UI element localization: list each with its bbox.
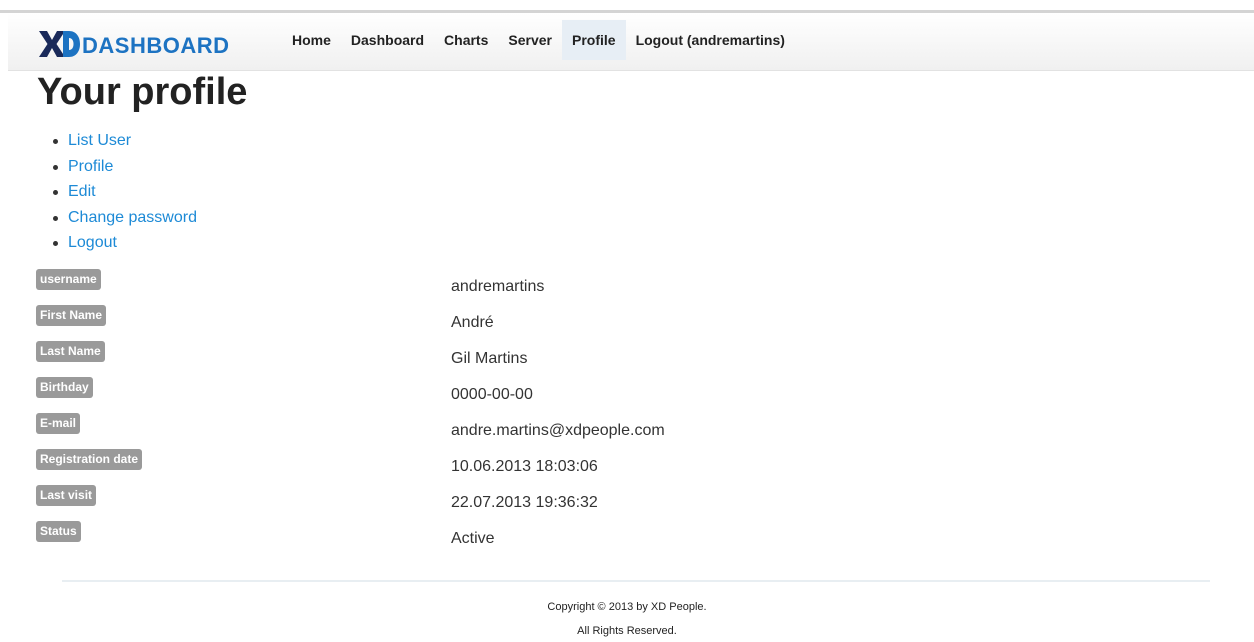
nav-item-profile: Profile xyxy=(561,20,626,60)
navbar: DASHBOARD Home Dashboard Charts Server P… xyxy=(8,13,1254,71)
field-value: andremartins xyxy=(451,278,545,295)
nav-item-dashboard: Dashboard xyxy=(341,20,434,60)
nav-link-logout[interactable]: Logout (andremartins) xyxy=(626,20,795,60)
field-value: Gil Martins xyxy=(451,350,528,367)
field-label: Status xyxy=(36,521,81,542)
nav-link-profile[interactable]: Profile xyxy=(561,20,626,60)
list-user-link[interactable]: List User xyxy=(68,132,131,149)
list-item: List User xyxy=(50,130,197,156)
nav-item-server: Server xyxy=(498,20,562,60)
brand-logo[interactable]: DASHBOARD xyxy=(38,27,230,61)
list-item: Profile xyxy=(50,156,197,182)
edit-link[interactable]: Edit xyxy=(68,183,96,200)
profile-link[interactable]: Profile xyxy=(68,158,113,175)
field-label: E-mail xyxy=(36,413,81,434)
detail-row-email: E-mail andre.martins@xdpeople.com xyxy=(0,413,1254,449)
field-label: Last visit xyxy=(36,485,97,506)
list-item: Logout xyxy=(50,232,197,258)
nav-link-charts[interactable]: Charts xyxy=(434,20,498,60)
field-value: 0000-00-00 xyxy=(451,386,533,403)
xd-logo-icon xyxy=(38,29,80,59)
field-label: First Name xyxy=(36,305,107,326)
detail-row-birthday: Birthday 0000-00-00 xyxy=(0,377,1254,413)
copyright-text: Copyright © 2013 by XD People. xyxy=(547,601,707,613)
profile-actions-list: List User Profile Edit Change password L… xyxy=(50,130,197,258)
change-password-link[interactable]: Change password xyxy=(68,209,197,226)
rights-text: All Rights Reserved. xyxy=(577,625,677,637)
detail-row-username: username andremartins xyxy=(0,269,1254,305)
main-nav: Home Dashboard Charts Server Profile Log… xyxy=(282,20,795,60)
field-value: Active xyxy=(451,530,495,547)
detail-row-last-visit: Last visit 22.07.2013 19:36:32 xyxy=(0,485,1254,521)
nav-item-charts: Charts xyxy=(434,20,498,60)
detail-row-registration-date: Registration date 10.06.2013 18:03:06 xyxy=(0,449,1254,485)
nav-link-server[interactable]: Server xyxy=(498,20,562,60)
footer: Copyright © 2013 by XD People. All Right… xyxy=(0,598,1254,642)
field-label: Registration date xyxy=(36,449,143,470)
detail-row-last-name: Last Name Gil Martins xyxy=(0,341,1254,377)
field-value: 10.06.2013 18:03:06 xyxy=(451,458,598,475)
nav-item-home: Home xyxy=(282,20,341,60)
page-title: Your profile xyxy=(37,71,248,113)
field-label: username xyxy=(36,269,101,290)
list-item: Edit xyxy=(50,181,197,207)
brand-text: DASHBOARD xyxy=(82,33,230,58)
logout-link[interactable]: Logout xyxy=(68,234,117,251)
field-value: André xyxy=(451,314,494,331)
nav-item-logout: Logout (andremartins) xyxy=(626,20,795,60)
detail-row-first-name: First Name André xyxy=(0,305,1254,341)
footer-divider xyxy=(62,580,1210,582)
field-label: Birthday xyxy=(36,377,93,398)
field-value: andre.martins@xdpeople.com xyxy=(451,422,665,439)
nav-link-home[interactable]: Home xyxy=(282,20,341,60)
field-value: 22.07.2013 19:36:32 xyxy=(451,494,598,511)
list-item: Change password xyxy=(50,207,197,233)
detail-row-status: Status Active xyxy=(0,521,1254,557)
field-label: Last Name xyxy=(36,341,105,362)
nav-link-dashboard[interactable]: Dashboard xyxy=(341,20,434,60)
